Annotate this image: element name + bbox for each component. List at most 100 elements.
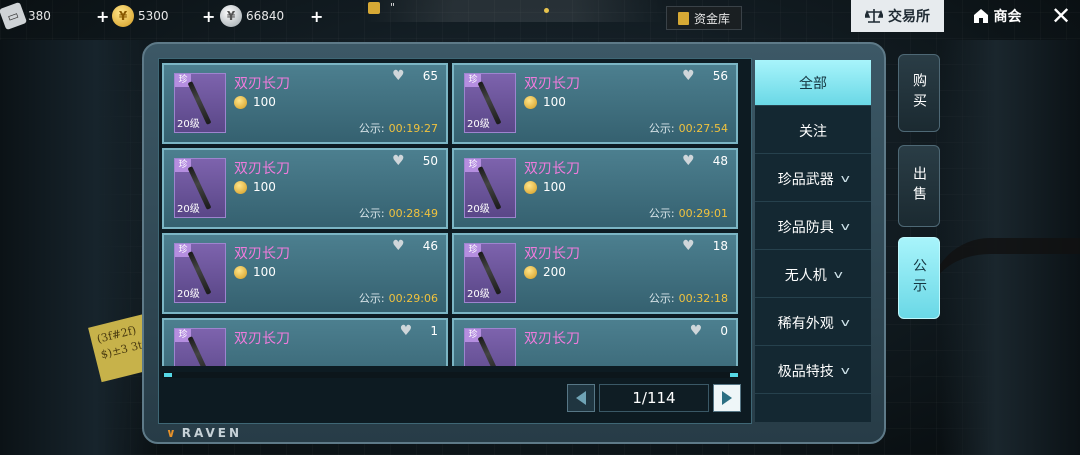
grid-scrollbar[interactable] (162, 372, 740, 378)
silver-coin-icon: ¥ (220, 5, 242, 27)
item-timer: 公示: 00:29:01 (649, 205, 728, 221)
item-timer: 公示: 00:19:27 (359, 120, 438, 136)
item-name: 双刃长刀 (524, 161, 580, 177)
category-label: 无人机 (784, 267, 827, 284)
item-likes[interactable]: ♥ 1 (400, 323, 438, 339)
item-timer: 公示: 00:27:54 (649, 120, 728, 136)
category-label: 珍品武器 (777, 171, 834, 188)
item-likes-count: 0 (720, 324, 728, 338)
item-card[interactable]: 珍 20级 双刃长刀 100 ♥ 56 公示: 00:27:54 (452, 63, 738, 144)
item-price-value: 100 (543, 95, 566, 109)
item-likes[interactable]: ♥ 50 (392, 153, 438, 169)
category-rare-weapons[interactable]: 珍品武器 v (755, 156, 871, 202)
fund-icon (677, 11, 689, 25)
coin-icon (234, 265, 247, 279)
category-rare-armor[interactable]: 珍品防具 v (755, 204, 871, 250)
prev-page-button[interactable] (567, 384, 595, 412)
item-card[interactable]: 珍 20级 双刃长刀 100 ♥ 65 公示: 00:19:27 (162, 63, 448, 144)
tab-buy[interactable]: 购买 (898, 54, 940, 132)
add-gold-button[interactable]: + (202, 7, 215, 26)
tab-publicity[interactable]: 公示 (898, 237, 940, 319)
timer-value: 00:28:49 (388, 207, 438, 220)
currency-gold: ¥ 5300 + (112, 4, 215, 28)
item-card[interactable]: 珍 20级 双刃长刀 100 ♥ 50 公示: 00:28:49 (162, 148, 448, 229)
item-price: 100 (524, 180, 566, 194)
tab-shop-label: 商会 (993, 9, 1022, 25)
fund-button[interactable]: 资金库 (666, 6, 742, 30)
item-level: 20级 (467, 119, 490, 130)
ticket-icon: ▭ (0, 1, 28, 31)
coin-icon (234, 95, 247, 109)
item-card[interactable]: 珍 双刃长刀 ♥ 0 (452, 318, 738, 366)
item-card[interactable]: 珍 双刃长刀 ♥ 1 (162, 318, 448, 366)
heart-icon[interactable]: ♥ (682, 153, 695, 169)
item-likes[interactable]: ♥ 0 (690, 323, 728, 339)
heart-icon[interactable]: ♥ (690, 323, 703, 339)
item-likes-count: 48 (712, 154, 728, 168)
tab-sell[interactable]: 出售 (898, 145, 940, 227)
item-likes[interactable]: ♥ 48 (682, 153, 728, 169)
blade-icon (187, 336, 212, 366)
item-grid[interactable]: 珍 20级 双刃长刀 100 ♥ 65 公示: 00:19:27 珍 20级 双刃长… (162, 63, 740, 366)
item-card[interactable]: 珍 20级 双刃长刀 100 ♥ 46 公示: 00:29:06 (162, 233, 448, 314)
item-price-value: 200 (543, 265, 566, 279)
timer-label: 公示: (358, 207, 385, 220)
notice-text: " (390, 1, 396, 14)
category-followed[interactable]: 关注 (755, 108, 871, 154)
category-top-skills[interactable]: 极品特技 v (755, 348, 871, 394)
notice-icon (368, 2, 380, 14)
heart-icon[interactable]: ♥ (400, 323, 413, 339)
arrow-left-icon (576, 391, 586, 405)
heart-icon[interactable]: ♥ (682, 68, 695, 84)
category-rare-appearance[interactable]: 稀有外观 v (755, 300, 871, 346)
next-page-button[interactable] (713, 384, 741, 412)
item-name: 双刃长刀 (234, 161, 290, 177)
close-button[interactable]: ✕ (1046, 2, 1076, 30)
currency-silver-value: 66840 (246, 9, 285, 23)
item-likes[interactable]: ♥ 56 (682, 68, 728, 84)
item-name: 双刃长刀 (234, 246, 290, 262)
timer-value: 00:27:54 (678, 122, 728, 135)
item-likes[interactable]: ♥ 18 (682, 238, 728, 254)
chevron-down-icon: v (840, 172, 850, 185)
item-card[interactable]: 珍 20级 双刃长刀 100 ♥ 48 公示: 00:29:01 (452, 148, 738, 229)
timer-label: 公示: (648, 207, 675, 220)
item-thumbnail: 珍 20级 (464, 73, 516, 133)
category-drones[interactable]: 无人机 v (755, 252, 871, 298)
heart-icon[interactable]: ♥ (392, 153, 405, 169)
item-price-value: 100 (253, 95, 276, 109)
heart-icon[interactable]: ♥ (682, 238, 695, 254)
item-price: 100 (234, 265, 276, 279)
category-label: 关注 (799, 123, 827, 140)
item-timer: 公示: 00:28:49 (359, 205, 438, 221)
background-left-shelf (0, 40, 160, 455)
item-card[interactable]: 珍 20级 双刃长刀 200 ♥ 18 公示: 00:32:18 (452, 233, 738, 314)
background-hose (930, 238, 1080, 334)
heart-icon[interactable]: ♥ (392, 238, 405, 254)
brand-logo: ∨ RAVEN (166, 426, 242, 440)
category-all[interactable]: 全部 (755, 60, 871, 106)
chevron-down-icon: v (840, 220, 850, 233)
item-likes-count: 65 (422, 69, 438, 83)
item-thumbnail: 珍 20级 (174, 243, 226, 303)
chevron-down-icon: v (840, 316, 850, 329)
timer-label: 公示: (648, 122, 675, 135)
category-sidebar: 全部 关注 珍品武器 v 珍品防具 v 无人机 v 稀有外观 v 极品特技 v (755, 60, 871, 422)
raven-chevron-icon: ∨ (166, 426, 179, 440)
tab-publicity-label: 公示 (911, 258, 927, 298)
item-thumbnail: 珍 (174, 328, 226, 366)
scroll-marker-left (164, 373, 172, 377)
item-thumbnail: 珍 (464, 328, 516, 366)
category-label: 珍品防具 (777, 219, 834, 236)
item-likes[interactable]: ♥ 65 (392, 68, 438, 84)
add-ticket-button[interactable]: + (96, 7, 109, 26)
heart-icon[interactable]: ♥ (392, 68, 405, 84)
item-price: 100 (524, 95, 566, 109)
item-price: 100 (234, 180, 276, 194)
tab-shop[interactable]: 商会 (960, 0, 1034, 32)
notice-dot-icon (544, 8, 549, 13)
item-likes[interactable]: ♥ 46 (392, 238, 438, 254)
currency-ticket-value: 380 (28, 9, 51, 23)
tab-exchange[interactable]: 交易所 (851, 0, 944, 32)
add-silver-button[interactable]: + (310, 7, 323, 26)
